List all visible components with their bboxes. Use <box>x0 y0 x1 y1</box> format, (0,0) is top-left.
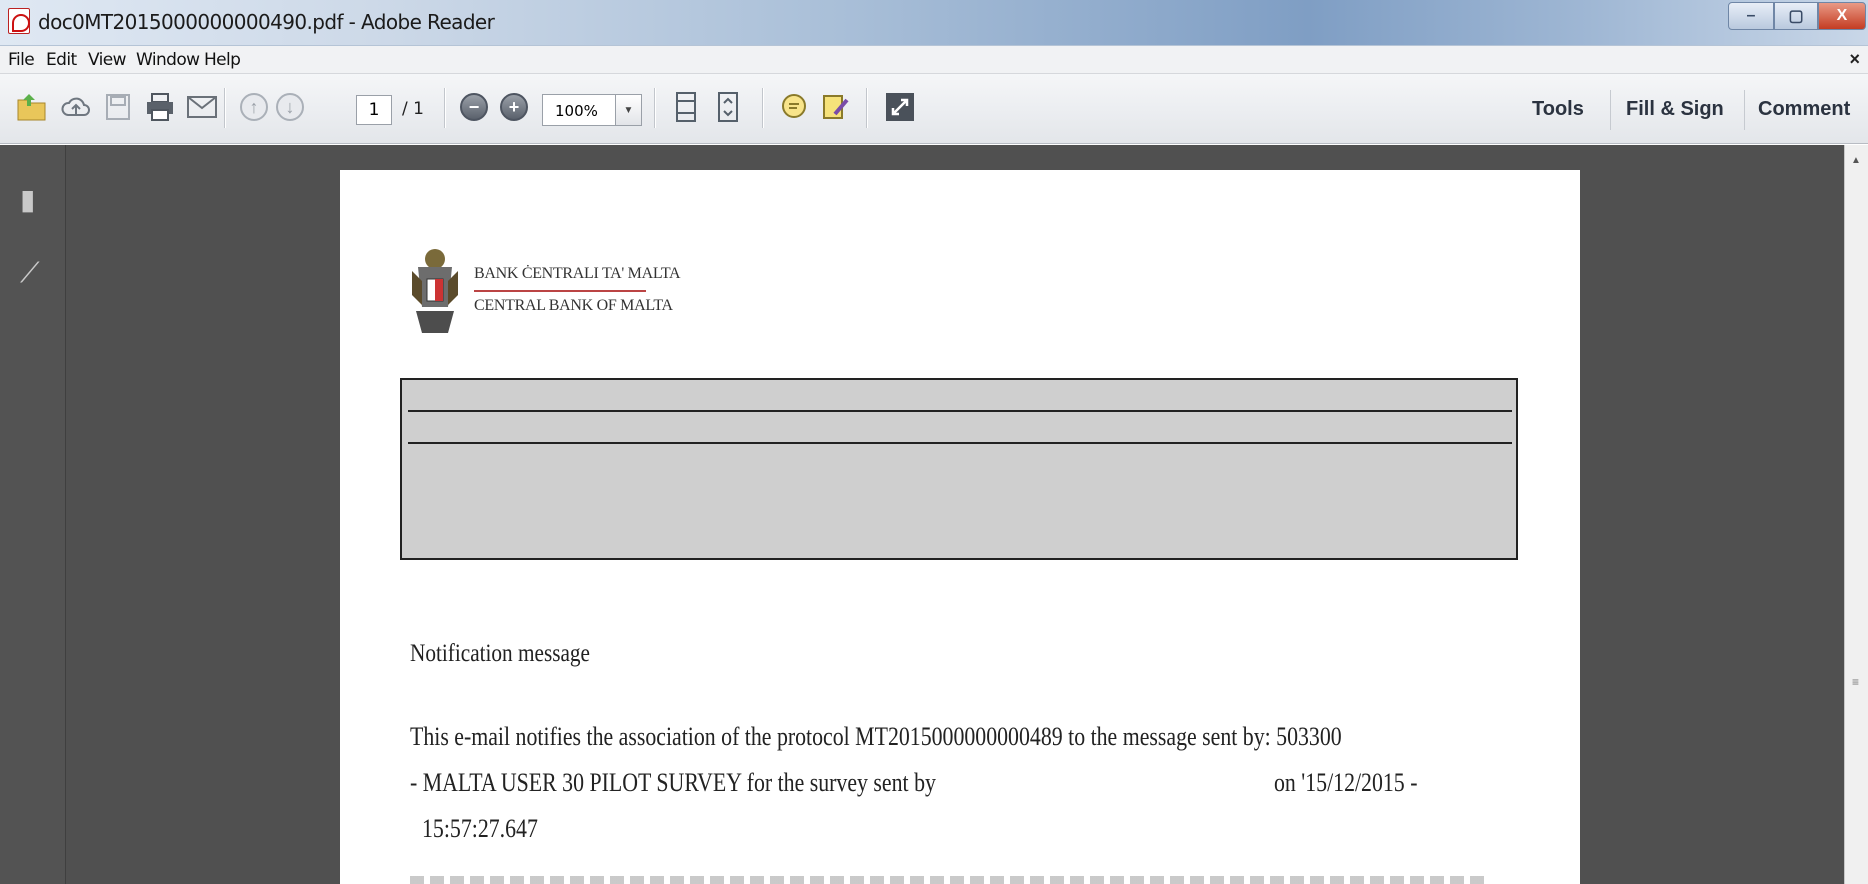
toolbar-separator <box>762 88 763 128</box>
sticky-note-icon[interactable] <box>774 86 814 128</box>
full-screen-icon[interactable] <box>880 86 920 128</box>
toolbar-separator <box>444 88 445 128</box>
page-number-input[interactable]: 1 <box>356 95 392 125</box>
scroll-grip-icon[interactable]: ≡ <box>1852 675 1859 689</box>
open-icon[interactable] <box>12 86 52 128</box>
title-bar: doc0MT2015000000000490.pdf - Adobe Reade… <box>0 0 1868 46</box>
menu-help[interactable]: Help <box>204 50 241 70</box>
highlight-icon[interactable] <box>816 86 856 128</box>
notification-heading: Notification message <box>410 640 590 667</box>
zoom-level-input[interactable]: 100% <box>542 94 616 126</box>
fit-page-icon[interactable] <box>666 86 706 128</box>
maximize-button[interactable]: ▢ <box>1774 2 1818 30</box>
menu-window[interactable]: Window <box>136 50 200 70</box>
body-line-2: - MALTA USER 30 PILOT SURVEY for the sur… <box>410 768 936 797</box>
next-page-icon[interactable]: ↓ <box>270 86 310 128</box>
tab-comment[interactable]: Comment <box>1758 98 1850 121</box>
cloud-upload-icon[interactable] <box>56 86 96 128</box>
bank-name-english: CENTRAL BANK OF MALTA <box>474 297 673 314</box>
attachments-icon[interactable]: ⟋ <box>20 257 40 290</box>
previous-page-icon[interactable]: ↑ <box>234 86 274 128</box>
menu-view[interactable]: View <box>88 50 127 70</box>
chevron-down-icon[interactable]: ▼ <box>616 94 642 126</box>
form-rule <box>408 410 1512 412</box>
menu-edit[interactable]: Edit <box>46 50 77 70</box>
tab-separator <box>1610 90 1611 130</box>
close-window-button[interactable]: X <box>1818 2 1866 30</box>
menu-bar: File Edit View Window Help × <box>0 46 1868 74</box>
zoom-in-icon[interactable]: + <box>494 86 534 128</box>
window-title: doc0MT2015000000000490.pdf - Adobe Reade… <box>38 10 495 34</box>
zoom-out-icon[interactable]: − <box>454 86 494 128</box>
bank-name-maltese: BANK ĊENTRALI TA' MALTA <box>474 265 681 282</box>
navigation-pane: ▮ ⟋ <box>0 145 66 884</box>
email-icon[interactable] <box>182 86 222 128</box>
fit-width-icon[interactable] <box>708 86 748 128</box>
toolbar-separator <box>654 88 655 128</box>
pdf-page: BANK ĊENTRALI TA' MALTA CENTRAL BANK OF … <box>340 170 1580 884</box>
tab-fill-sign[interactable]: Fill & Sign <box>1626 98 1724 121</box>
header-form-box <box>400 378 1518 560</box>
print-icon[interactable] <box>140 86 180 128</box>
page-thumbnails-icon[interactable]: ▮ <box>20 183 35 216</box>
toolbar-separator <box>224 88 225 128</box>
bank-seal-logo <box>412 249 458 333</box>
body-line-2-date: on '15/12/2015 - <box>1274 768 1418 797</box>
tab-tools[interactable]: Tools <box>1532 98 1584 121</box>
tab-separator <box>1744 90 1745 130</box>
form-rule <box>408 442 1512 444</box>
close-document-icon[interactable]: × <box>1849 49 1860 70</box>
minimize-button[interactable]: – <box>1728 2 1774 30</box>
save-icon[interactable] <box>98 86 138 128</box>
pdf-app-icon <box>8 8 30 34</box>
logo-divider <box>474 290 646 292</box>
cropped-text-line <box>410 876 1490 884</box>
adobe-reader-window: doc0MT2015000000000490.pdf - Adobe Reade… <box>0 0 1868 884</box>
scroll-up-icon[interactable]: ▲ <box>1851 155 1861 166</box>
body-line-1: This e-mail notifies the association of … <box>410 722 1342 751</box>
vertical-scrollbar[interactable]: ▲ ≡ <box>1844 145 1868 884</box>
page-total: / 1 <box>402 99 424 119</box>
toolbar-separator <box>866 88 867 128</box>
toolbar: ↑ ↓ 1 / 1 − + 100% ▼ Tools Fill & Sign C… <box>0 74 1868 144</box>
menu-file[interactable]: File <box>8 50 35 70</box>
body-line-3: 15:57:27.647 <box>422 814 538 843</box>
